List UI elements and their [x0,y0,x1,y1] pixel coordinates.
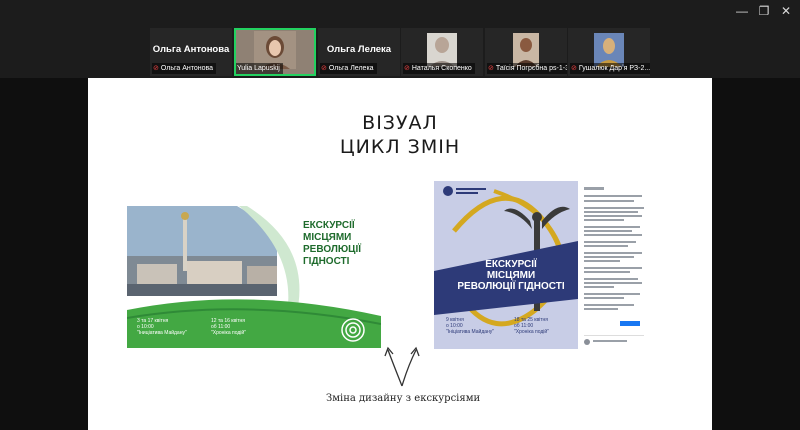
maximize-icon[interactable]: ❐ [757,4,771,18]
poster-new-schedule-1: 9 квітня о 10:00 "Ініціатива Майдану" [446,317,494,335]
poster-old-title-line: ЕКСКУРСІЇ [303,220,355,231]
poster-old-title: ЕКСКУРСІЇ МІСЦЯМИ РЕВОЛЮЦІЇ ГІДНОСТІ [303,220,373,268]
participant-label: ⊘ Гушалюк Дарʼя РЗ-2... [570,63,650,74]
poster-new-route: "Ініціатива Майдану" [446,329,495,335]
poster-old-route: "Іниціатива Майдану" [137,330,187,336]
presentation-slide: ВІЗУАЛ ЦИКЛ ЗМІН ЕКСКУРСІЇ МІСЦЯМИ РЕВОЛ… [88,78,712,430]
poster-old-schedule-1: 3 та 17 квітня о 10:00 "Іниціатива Майда… [137,318,187,336]
poster-old-schedule-2: 12 та 16 квітня об 11:00 "Хроніка подій" [211,318,246,336]
participant-tile[interactable]: ⊘ Гушалюк Дарʼя РЗ-2... [568,28,650,76]
participant-label: ⊘ Ольга Антонова [152,63,217,74]
participant-tile[interactable]: Ольга Антонова ⊘ Ольга Антонова [150,28,232,76]
participant-name: Таїсія Погрєбна ps-1-3 [495,65,567,72]
participant-name: Ольга Антонова [160,65,214,72]
slide-title-line1: ВІЗУАЛ [362,112,438,134]
participant-tile-active[interactable]: Yulia Lapuskij [234,28,316,76]
minimize-icon[interactable]: — [735,4,749,18]
participant-name: Ольга Лелека [328,65,374,72]
participant-name: Гушалюк Дарʼя РЗ-2... [578,65,650,72]
mic-muted-icon: ⊘ [404,65,410,72]
poster-new-design: ЕКСКУРСІЇ МІСЦЯМИ РЕВОЛЮЦІЇ ГІДНОСТІ 9 к… [434,181,650,349]
participant-strip: Ольга Антонова ⊘ Ольга Антонова Yulia La… [0,24,800,78]
participant-label: ⊘ Наталья Скопенко [403,63,475,74]
curved-arrow-icon [384,346,420,387]
slide-title-line2: ЦИКЛ ЗМІН [339,136,461,158]
participant-tile[interactable]: ⊘ Таїсія Погрєбна ps-1-3 [485,28,567,76]
participant-name-display: Ольга Лелека [326,44,392,55]
participant-label: ⊘ Таїсія Погрєбна ps-1-3 [487,63,567,74]
poster-new-title-line: РЕВОЛЮЦІЇ ГІДНОСТІ [457,281,565,292]
poster-old-title-line: МІСЦЯМИ [303,232,352,243]
poster-old-title-line: РЕВОЛЮЦІЇ [303,244,362,255]
mic-muted-icon: ⊘ [488,65,494,72]
poster-new-title: ЕКСКУРСІЇ МІСЦЯМИ РЕВОЛЮЦІЇ ГІДНОСТІ [448,259,574,292]
mic-muted-icon: ⊘ [153,65,159,72]
participant-tile[interactable]: ⊘ Наталья Скопенко [401,28,483,76]
title-bar: — ❐ ✕ [0,0,800,24]
close-icon[interactable]: ✕ [779,4,793,18]
poster-old-route: "Хроніка подій" [211,330,246,336]
participant-label: ⊘ Ольга Лелека [320,63,377,74]
shared-screen: ВІЗУАЛ ЦИКЛ ЗМІН ЕКСКУРСІЇ МІСЦЯМИ РЕВОЛ… [0,78,800,430]
participant-name: Yulia Lapuskij [237,65,280,72]
poster-new-title-line: ЕКСКУРСІЇ [485,259,537,270]
participant-name: Наталья Скопенко [411,65,472,72]
mic-muted-icon: ⊘ [571,65,577,72]
poster-new-route: "Хроніка подій" [514,329,549,335]
participant-tile[interactable]: Ольга Лелека ⊘ Ольга Лелека [318,28,400,76]
poster-old-design: ЕКСКУРСІЇ МІСЦЯМИ РЕВОЛЮЦІЇ ГІДНОСТІ 3 т… [127,206,381,348]
mic-muted-icon: ⊘ [321,65,327,72]
poster-old-title-line: ГІДНОСТІ [303,256,350,267]
participant-label: Yulia Lapuskij [236,63,283,74]
poster-new-schedule-2: 18 та 25 квітня об 11:00 "Хроніка подій" [514,317,549,335]
participant-name-display: Ольга Антонова [152,44,230,55]
poster-new-title-line: МІСЦЯМИ [486,270,536,281]
slide-caption: Зміна дизайну з екскурсіями [326,393,481,404]
